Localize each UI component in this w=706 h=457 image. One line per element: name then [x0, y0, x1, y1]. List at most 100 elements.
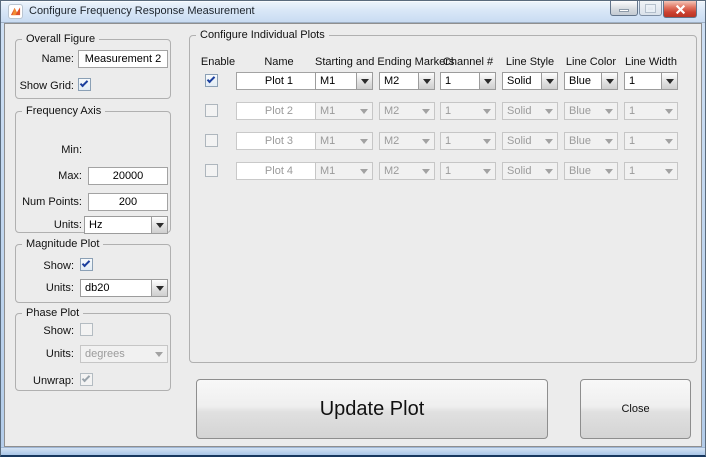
frequency-axis-title: Frequency Axis	[22, 105, 105, 117]
marker-end-dropdown[interactable]: M2	[379, 102, 435, 120]
line-width-dropdown[interactable]: 1	[624, 72, 678, 90]
window-title: Configure Frequency Response Measurement	[29, 5, 255, 17]
phase-plot-title: Phase Plot	[22, 307, 83, 319]
line-color-dropdown[interactable]: Blue	[564, 132, 618, 150]
dropdown-arrow-icon	[541, 73, 557, 89]
dropdown-arrow-icon	[151, 217, 167, 233]
frequency-axis-group: Frequency Axis Min: Max: Num Points: Uni…	[15, 111, 171, 233]
plot-row: M1 M2 1 Solid Blue 1	[190, 72, 696, 90]
magnitude-plot-title: Magnitude Plot	[22, 238, 103, 250]
header-name: Name	[236, 56, 322, 68]
line-width-dropdown[interactable]: 1	[624, 132, 678, 150]
line-style-dropdown[interactable]: Solid	[502, 72, 558, 90]
plot-enable-checkbox[interactable]	[205, 74, 218, 87]
header-channel: Channel #	[440, 56, 496, 68]
line-color-dropdown[interactable]: Blue	[564, 72, 618, 90]
dropdown-arrow-icon	[661, 133, 677, 149]
dropdown-arrow-icon	[479, 103, 495, 119]
marker-start-dropdown[interactable]: M1	[315, 72, 373, 90]
window-controls	[610, 1, 697, 18]
num-points-label: Num Points:	[16, 196, 82, 208]
figure-name-input[interactable]	[78, 50, 168, 68]
plot-name-input[interactable]	[236, 162, 322, 180]
close-icon	[675, 4, 686, 15]
dropdown-arrow-icon	[479, 133, 495, 149]
name-label: Name:	[16, 53, 74, 65]
plot-name-input[interactable]	[236, 102, 322, 120]
freq-units-value: Hz	[85, 217, 151, 233]
check-icon	[82, 259, 90, 267]
magnitude-units-value: db20	[81, 280, 151, 296]
dropdown-arrow-icon	[479, 73, 495, 89]
dialog-client-area: Overall Figure Name: Show Grid: Frequenc…	[4, 23, 702, 447]
configure-individual-plots-group: Configure Individual Plots Enable Name S…	[189, 35, 697, 363]
plot-enable-checkbox[interactable]	[205, 104, 218, 117]
check-icon	[80, 79, 88, 87]
line-width-dropdown[interactable]: 1	[624, 162, 678, 180]
line-width-dropdown[interactable]: 1	[624, 102, 678, 120]
overall-figure-group: Overall Figure Name: Show Grid:	[15, 39, 171, 99]
header-line-width: Line Width	[624, 56, 678, 68]
marker-end-dropdown[interactable]: M2	[379, 72, 435, 90]
show-grid-checkbox[interactable]	[78, 78, 91, 91]
line-style-dropdown[interactable]: Solid	[502, 102, 558, 120]
check-icon	[82, 374, 90, 382]
line-style-dropdown[interactable]: Solid	[502, 162, 558, 180]
marker-start-dropdown[interactable]: M1	[315, 162, 373, 180]
marker-start-dropdown[interactable]: M1	[315, 132, 373, 150]
freq-units-dropdown[interactable]: Hz	[84, 216, 168, 234]
plot-row: M1 M2 1 Solid Blue 1	[190, 132, 696, 150]
header-line-color: Line Color	[564, 56, 618, 68]
dialog-window: Configure Frequency Response Measurement…	[0, 0, 706, 457]
phase-show-label: Show:	[16, 325, 74, 337]
line-color-dropdown[interactable]: Blue	[564, 102, 618, 120]
close-window-button[interactable]	[663, 1, 697, 18]
dropdown-arrow-icon	[418, 73, 434, 89]
plot-name-input[interactable]	[236, 72, 322, 90]
maximize-button[interactable]	[639, 1, 662, 16]
channel-dropdown[interactable]: 1	[440, 132, 496, 150]
channel-dropdown[interactable]: 1	[440, 102, 496, 120]
phase-plot-group: Phase Plot Show: Units: degrees Unwrap:	[15, 313, 171, 391]
header-line-style: Line Style	[502, 56, 558, 68]
titlebar[interactable]: Configure Frequency Response Measurement	[1, 1, 705, 23]
magnitude-units-label: Units:	[16, 282, 74, 294]
max-input[interactable]	[88, 167, 168, 185]
channel-dropdown[interactable]: 1	[440, 162, 496, 180]
min-label: Min:	[16, 144, 82, 156]
phase-units-dropdown[interactable]: degrees	[80, 345, 168, 363]
phase-show-checkbox[interactable]	[80, 323, 93, 336]
dropdown-arrow-icon	[541, 163, 557, 179]
dropdown-arrow-icon	[356, 163, 372, 179]
dropdown-arrow-icon	[601, 73, 617, 89]
dropdown-arrow-icon	[356, 73, 372, 89]
plot-enable-checkbox[interactable]	[205, 164, 218, 177]
channel-dropdown[interactable]: 1	[440, 72, 496, 90]
line-style-dropdown[interactable]: Solid	[502, 132, 558, 150]
header-markers: Starting and Ending Markers	[315, 56, 435, 68]
num-points-input[interactable]	[88, 193, 168, 211]
show-grid-label: Show Grid:	[16, 80, 74, 92]
magnitude-units-dropdown[interactable]: db20	[80, 279, 168, 297]
freq-units-label: Units:	[16, 219, 82, 231]
close-button[interactable]: Close	[580, 379, 691, 439]
magnitude-show-checkbox[interactable]	[80, 258, 93, 271]
minimize-button[interactable]	[610, 1, 638, 16]
unwrap-checkbox[interactable]	[80, 373, 93, 386]
update-plot-button[interactable]: Update Plot	[196, 379, 548, 439]
marker-end-dropdown[interactable]: M2	[379, 162, 435, 180]
marker-end-dropdown[interactable]: M2	[379, 132, 435, 150]
plot-enable-checkbox[interactable]	[205, 134, 218, 147]
line-color-dropdown[interactable]: Blue	[564, 162, 618, 180]
dropdown-arrow-icon	[661, 73, 677, 89]
maximize-icon	[646, 5, 655, 12]
dropdown-arrow-icon	[601, 133, 617, 149]
overall-figure-title: Overall Figure	[22, 33, 99, 45]
dropdown-arrow-icon	[479, 163, 495, 179]
plot-name-input[interactable]	[236, 132, 322, 150]
marker-start-dropdown[interactable]: M1	[315, 102, 373, 120]
magnitude-plot-group: Magnitude Plot Show: Units: db20	[15, 244, 171, 303]
dropdown-arrow-icon	[661, 103, 677, 119]
dropdown-arrow-icon	[356, 133, 372, 149]
dropdown-arrow-icon	[541, 103, 557, 119]
